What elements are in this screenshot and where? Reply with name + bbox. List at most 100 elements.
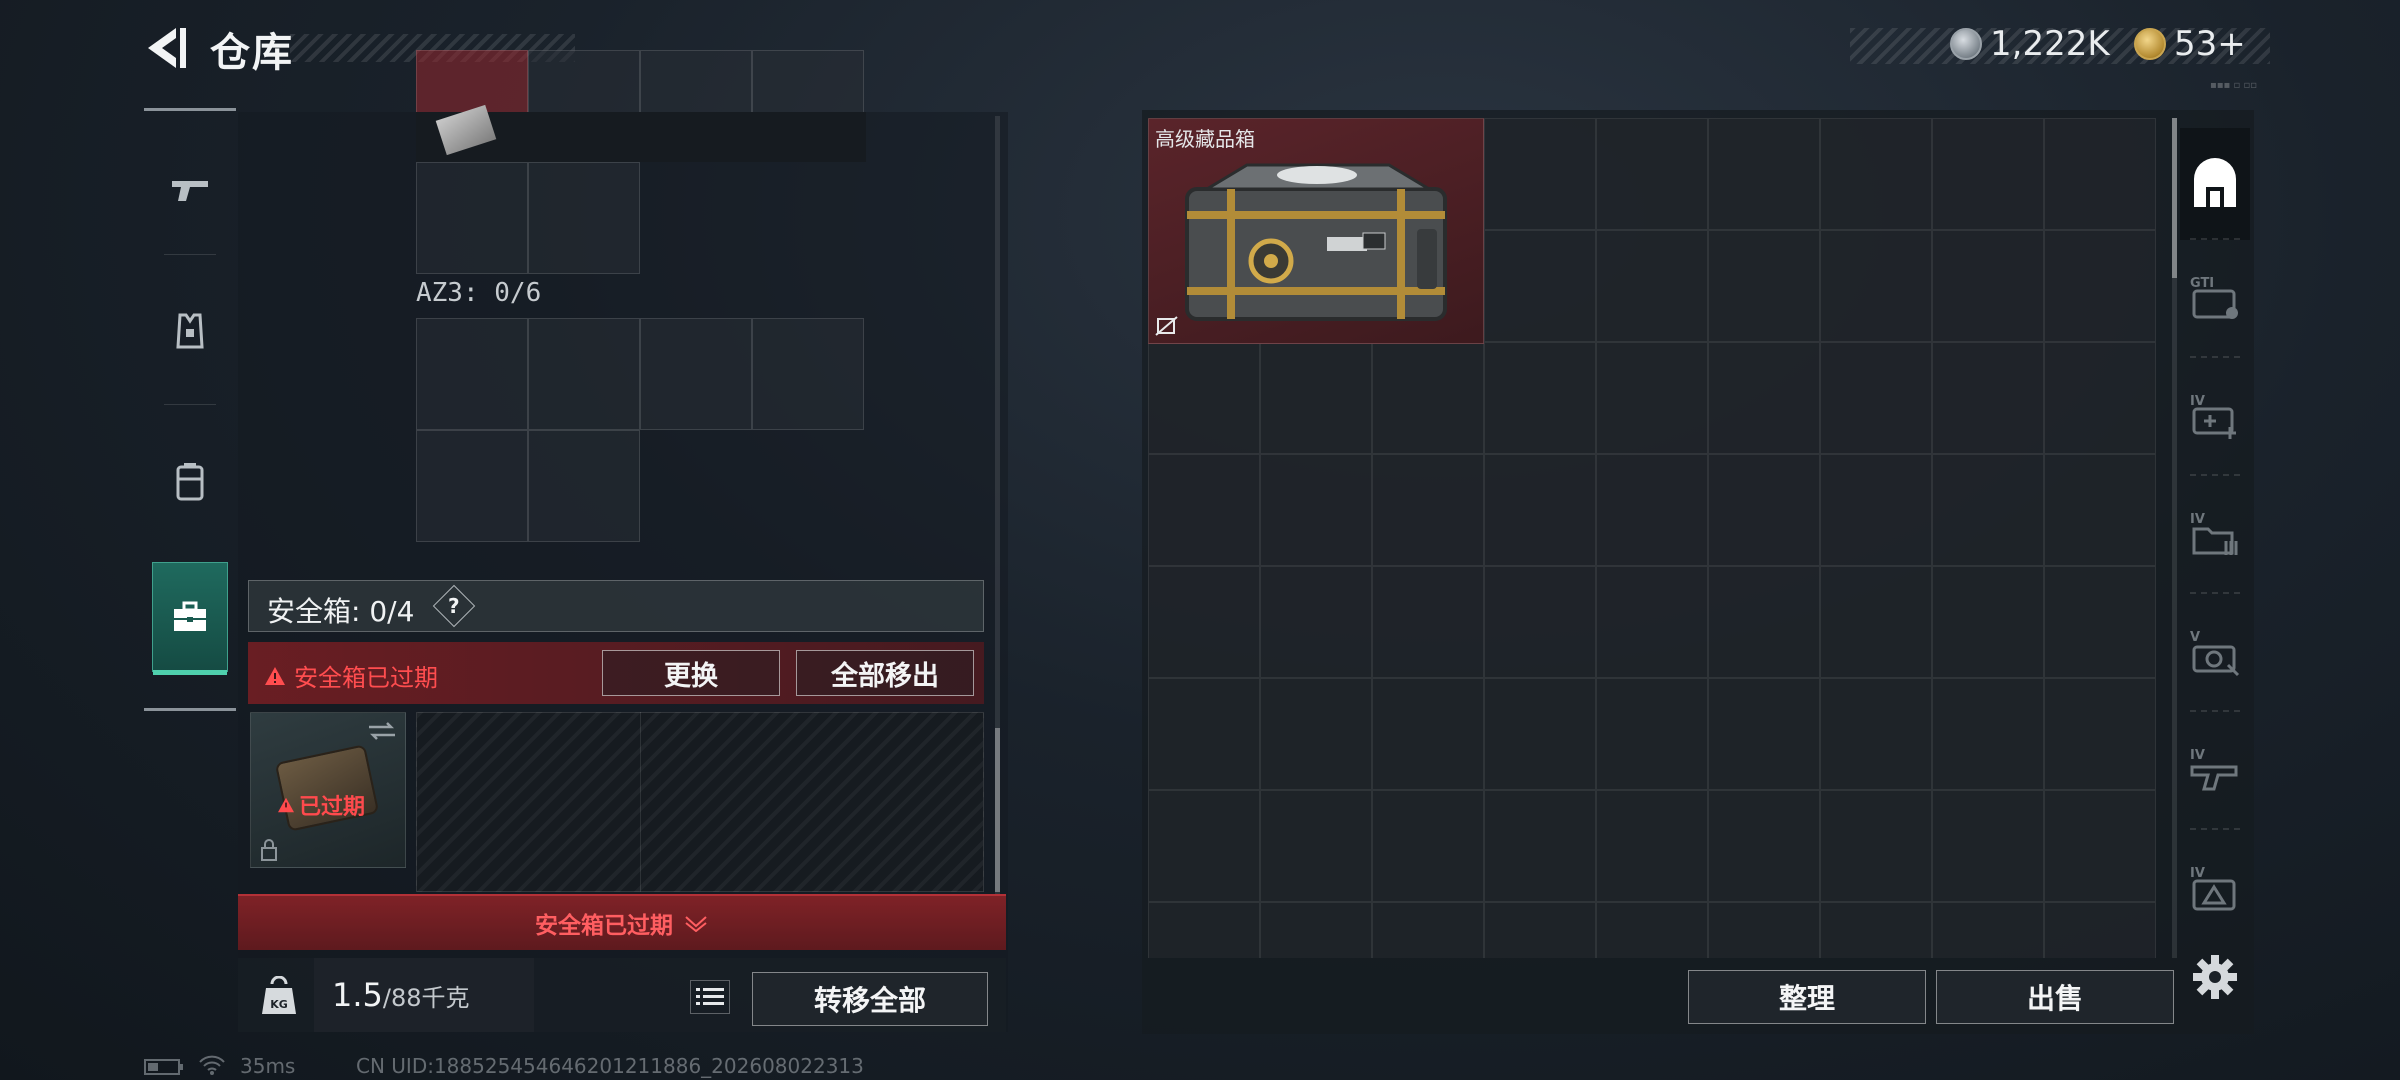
storage-grid-cell[interactable] (1820, 566, 1932, 678)
storage-grid-cell[interactable] (1820, 230, 1932, 342)
storage-grid-cell[interactable] (2044, 454, 2156, 566)
storage-grid-cell[interactable] (1596, 566, 1708, 678)
storage-tab-camera[interactable]: V (2180, 596, 2250, 708)
storage-grid-cell[interactable] (1708, 230, 1820, 342)
storage-grid-cell[interactable] (1596, 790, 1708, 902)
storage-grid-cell[interactable] (1708, 454, 1820, 566)
storage-grid-cell[interactable] (1260, 790, 1372, 902)
settings-gear-icon[interactable] (2190, 952, 2240, 1002)
storage-grid-cell[interactable] (1820, 118, 1932, 230)
storage-grid-cell[interactable] (1260, 678, 1372, 790)
storage-grid-cell[interactable] (1484, 566, 1596, 678)
storage-grid-cell[interactable] (1708, 790, 1820, 902)
storage-grid-cell[interactable] (1932, 230, 2044, 342)
grid-cell[interactable] (416, 162, 528, 274)
storage-grid-cell[interactable] (1708, 118, 1820, 230)
grid-cell[interactable] (640, 318, 752, 430)
storage-grid-cell[interactable] (1708, 342, 1820, 454)
storage-grid-cell[interactable] (1932, 342, 2044, 454)
storage-tab-medical[interactable]: IV (2180, 360, 2250, 472)
storage-grid-cell[interactable] (2044, 902, 2156, 958)
storage-grid-cell[interactable] (1820, 790, 1932, 902)
sell-button[interactable]: 出售 (1936, 970, 2174, 1024)
transfer-all-button[interactable]: 转移全部 (752, 972, 988, 1026)
storage-grid-cell[interactable] (2044, 342, 2156, 454)
storage-grid-cell[interactable] (1484, 230, 1596, 342)
storage-grid-cell[interactable] (1596, 454, 1708, 566)
replace-button[interactable]: 更换 (602, 650, 780, 696)
storage-scrollbar-thumb[interactable] (2172, 118, 2177, 278)
storage-grid-cell[interactable] (1484, 902, 1596, 958)
storage-grid-cell[interactable] (1932, 454, 2044, 566)
grid-cell[interactable] (528, 162, 640, 274)
storage-grid-cell[interactable] (2044, 678, 2156, 790)
storage-grid-cell[interactable] (1484, 678, 1596, 790)
storage-grid-cell[interactable] (1148, 342, 1260, 454)
storage-tab-ammo[interactable]: IV (2180, 478, 2250, 590)
storage-grid-cell[interactable] (1372, 342, 1484, 454)
storage-grid-cell[interactable] (1484, 118, 1596, 230)
storage-grid-cell[interactable] (1372, 902, 1484, 958)
tab-backpack[interactable] (152, 426, 228, 536)
storage-grid-cell[interactable] (1932, 678, 2044, 790)
remove-all-button[interactable]: 全部移出 (796, 650, 974, 696)
back-button[interactable] (140, 22, 190, 74)
grid-cell[interactable] (528, 318, 640, 430)
storage-grid-cell[interactable] (1932, 118, 2044, 230)
gold-currency[interactable]: 53+ (2134, 24, 2246, 64)
storage-grid-cell[interactable] (1596, 118, 1708, 230)
silver-currency[interactable]: 1,222K (1950, 24, 2110, 64)
list-view-button[interactable] (690, 980, 730, 1014)
storage-grid-cell[interactable] (1932, 902, 2044, 958)
storage-grid-cell[interactable] (1148, 454, 1260, 566)
organize-button[interactable]: 整理 (1688, 970, 1926, 1024)
storage-grid-cell[interactable] (1372, 790, 1484, 902)
expired-drawer-toggle[interactable]: 安全箱已过期 (238, 894, 1006, 950)
storage-grid-cell[interactable] (1260, 454, 1372, 566)
grid-cell[interactable] (528, 430, 640, 542)
storage-grid-cell[interactable] (1148, 566, 1260, 678)
storage-grid-cell[interactable] (1260, 902, 1372, 958)
storage-grid-cell[interactable] (1372, 454, 1484, 566)
storage-grid-cell[interactable] (2044, 566, 2156, 678)
storage-grid-cell[interactable] (1820, 454, 1932, 566)
tab-armor[interactable] (152, 276, 228, 386)
left-scrollbar-thumb[interactable] (995, 728, 1000, 892)
storage-grid-cell[interactable] (1820, 902, 1932, 958)
storage-grid-cell[interactable] (1148, 790, 1260, 902)
storage-tab-all[interactable] (2180, 128, 2250, 240)
storage-tab-misc[interactable]: IV (2180, 832, 2250, 944)
storage-grid-cell[interactable] (1708, 566, 1820, 678)
storage-tab-collectible[interactable]: GTI (2180, 242, 2250, 354)
storage-grid-cell[interactable] (1708, 902, 1820, 958)
storage-grid-cell[interactable] (1148, 902, 1260, 958)
storage-grid-cell[interactable] (1148, 678, 1260, 790)
storage-grid-cell[interactable] (1932, 790, 2044, 902)
storage-grid-cell[interactable] (1596, 230, 1708, 342)
storage-grid-cell[interactable] (1260, 566, 1372, 678)
grid-cell[interactable] (416, 430, 528, 542)
storage-grid-cell[interactable] (1372, 678, 1484, 790)
storage-grid-cell[interactable] (1260, 342, 1372, 454)
storage-grid-cell[interactable] (1820, 342, 1932, 454)
grid-cell[interactable] (416, 318, 528, 430)
secure-box-slot[interactable]: 已过期 (250, 712, 406, 868)
storage-grid-cell[interactable] (1372, 566, 1484, 678)
tab-secure-case[interactable] (152, 562, 228, 675)
storage-grid-cell[interactable] (1932, 566, 2044, 678)
secure-box-contents[interactable] (416, 712, 984, 892)
storage-grid-cell[interactable] (1484, 342, 1596, 454)
storage-grid-cell[interactable] (2044, 230, 2156, 342)
storage-grid-cell[interactable] (1708, 678, 1820, 790)
help-icon[interactable]: ? (432, 584, 476, 628)
storage-grid-cell[interactable] (2044, 790, 2156, 902)
storage-tab-weapon-part[interactable]: IV (2180, 714, 2250, 826)
storage-grid-cell[interactable] (2044, 118, 2156, 230)
storage-grid-cell[interactable] (1820, 678, 1932, 790)
storage-grid-cell[interactable] (1484, 454, 1596, 566)
storage-grid-cell[interactable] (1596, 902, 1708, 958)
storage-grid-cell[interactable] (1596, 678, 1708, 790)
storage-grid-cell[interactable] (1596, 342, 1708, 454)
tab-weapon[interactable] (152, 136, 228, 246)
storage-item-premium-box[interactable]: 高级藏品箱 (1148, 118, 1484, 344)
